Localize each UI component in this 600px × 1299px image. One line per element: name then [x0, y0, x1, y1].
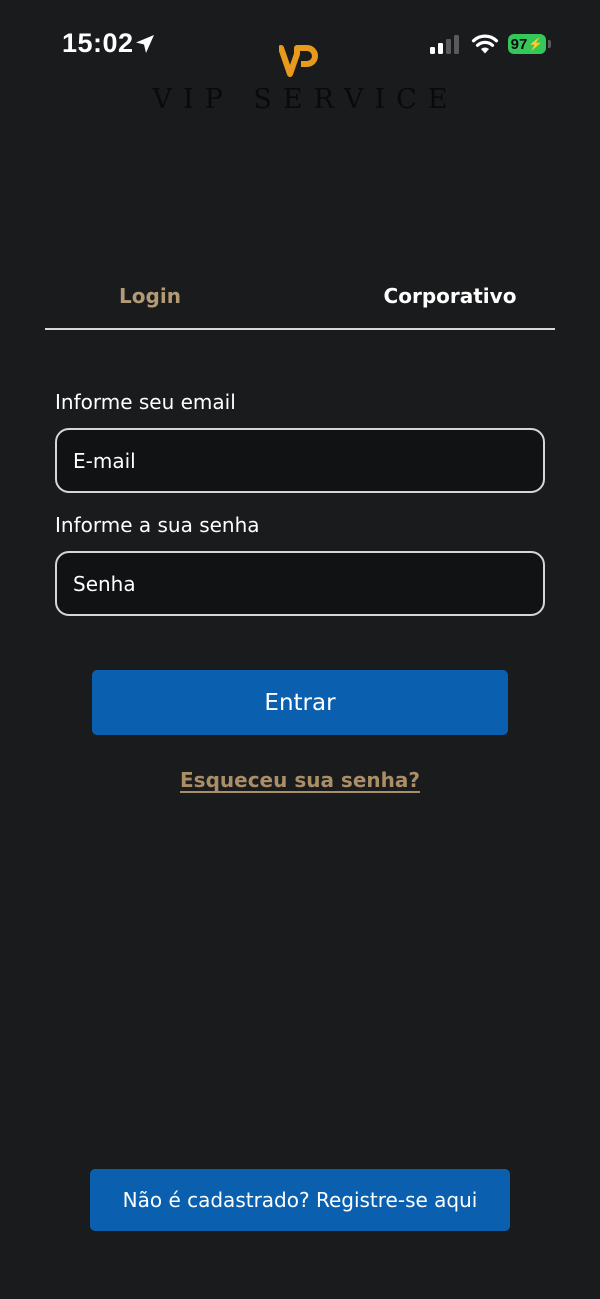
battery-charging-icon: 97 ⚡: [508, 34, 552, 54]
tab-divider: [45, 328, 555, 330]
brand-name: VIP SERVICE: [152, 84, 459, 115]
register-button[interactable]: Não é cadastrado? Registre-se aqui: [90, 1169, 510, 1231]
tab-corporativo[interactable]: Corporativo: [345, 284, 555, 308]
email-label: Informe seu email: [55, 390, 236, 414]
battery-level: 97 ⚡: [508, 34, 546, 54]
password-field[interactable]: Senha: [55, 551, 545, 616]
email-placeholder: E-mail: [73, 449, 136, 473]
password-placeholder: Senha: [73, 572, 136, 596]
wifi-icon: [471, 34, 499, 54]
vip-logo-icon: [279, 45, 318, 77]
tab-login[interactable]: Login: [45, 284, 255, 308]
password-label: Informe a sua senha: [55, 513, 260, 537]
status-time: 15:02: [62, 28, 134, 58]
login-button[interactable]: Entrar: [92, 670, 508, 735]
location-arrow-icon: [136, 35, 154, 53]
battery-cap: [548, 40, 551, 48]
forgot-password-link[interactable]: Esqueceu sua senha?: [0, 768, 600, 792]
battery-percent: 97: [510, 35, 528, 53]
email-field[interactable]: E-mail: [55, 428, 545, 493]
cellular-signal-icon: [430, 35, 459, 54]
